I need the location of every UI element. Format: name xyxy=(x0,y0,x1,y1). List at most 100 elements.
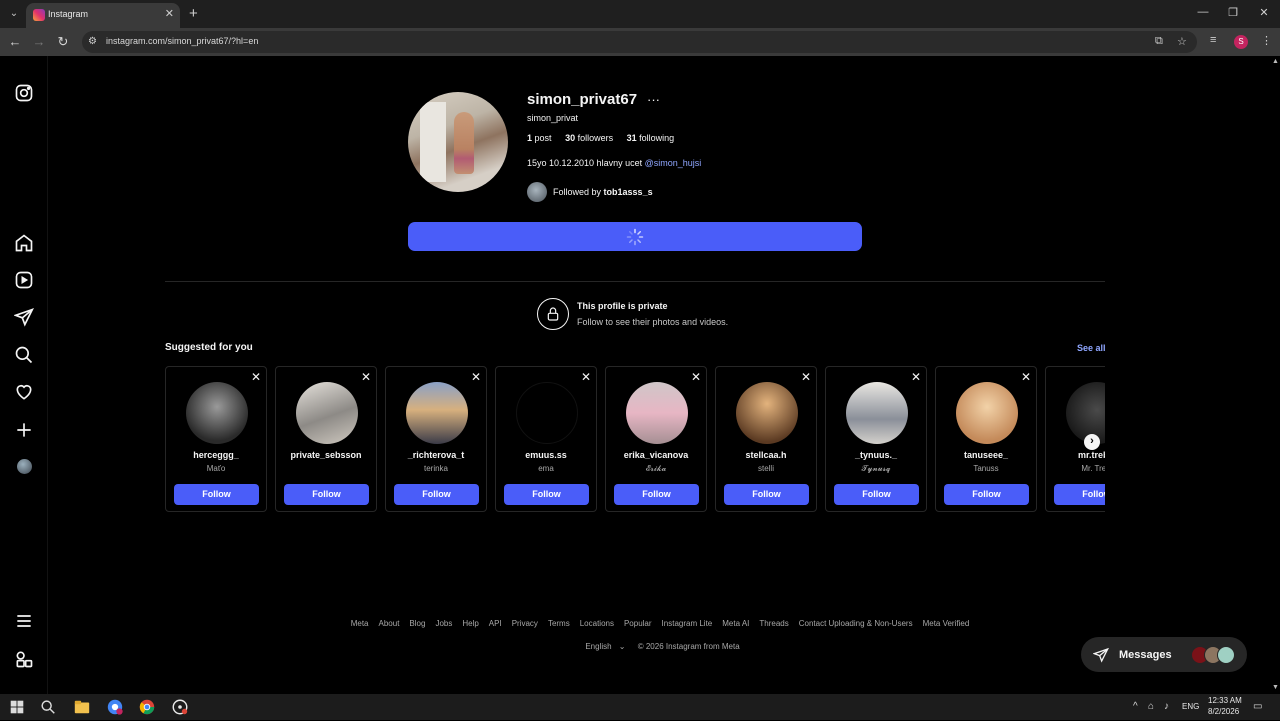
notifications-heart-icon[interactable] xyxy=(14,382,34,402)
notifications-icon[interactable]: ▭ xyxy=(1253,701,1262,712)
followed-by[interactable]: Followed by tob1asss_s xyxy=(527,181,653,203)
address-bar[interactable]: ⚙ instagram.com/simon_privat67/?hl=en ⧉ … xyxy=(82,31,1197,53)
footer-link[interactable]: Privacy xyxy=(512,619,538,628)
chrome-profile-icon[interactable] xyxy=(106,698,124,716)
see-all-link[interactable]: See all xyxy=(1077,343,1106,353)
follow-button[interactable] xyxy=(408,222,862,251)
home-icon[interactable] xyxy=(14,233,34,253)
suggested-username[interactable]: emuus.ss xyxy=(496,450,596,460)
suggested-follow-button[interactable]: Follow xyxy=(174,484,259,505)
browser-menu-icon[interactable]: ⋮ xyxy=(1261,34,1272,47)
suggested-card[interactable]: ✕ emuus.ss ema Follow xyxy=(495,366,597,512)
suggested-card[interactable]: ✕ tanuseee_ Tanuss Follow xyxy=(935,366,1037,512)
suggested-username[interactable]: mr.trebu xyxy=(1046,450,1105,460)
dismiss-icon[interactable]: ✕ xyxy=(1021,370,1031,384)
search-taskbar-icon[interactable] xyxy=(39,698,57,716)
app-running-icon[interactable] xyxy=(171,698,189,716)
footer-link[interactable]: Meta Verified xyxy=(923,619,970,628)
suggested-avatar[interactable] xyxy=(516,382,578,444)
create-plus-icon[interactable] xyxy=(14,420,34,440)
footer-link[interactable]: Locations xyxy=(580,619,614,628)
footer-link[interactable]: About xyxy=(379,619,400,628)
footer-link[interactable]: Blog xyxy=(409,619,425,628)
footer-link[interactable]: API xyxy=(489,619,502,628)
footer-link[interactable]: Meta xyxy=(351,619,369,628)
suggested-avatar[interactable] xyxy=(406,382,468,444)
site-info-icon[interactable]: ⚙ xyxy=(88,36,97,47)
suggested-follow-button[interactable]: Follow xyxy=(1054,484,1105,505)
forward-button[interactable]: → xyxy=(30,34,48,49)
dismiss-icon[interactable]: ✕ xyxy=(801,370,811,384)
suggested-follow-button[interactable]: Follow xyxy=(614,484,699,505)
suggested-username[interactable]: erika_vicanova xyxy=(606,450,706,460)
suggested-card[interactable]: ✕ private_sebsson Follow xyxy=(275,366,377,512)
suggested-follow-button[interactable]: Follow xyxy=(394,484,479,505)
suggested-avatar[interactable] xyxy=(186,382,248,444)
url-text[interactable]: instagram.com/simon_privat67/?hl=en xyxy=(106,36,258,46)
footer-link[interactable]: Contact Uploading & Non-Users xyxy=(799,619,913,628)
bio-mention-link[interactable]: @simon_hujsi xyxy=(645,158,702,168)
suggested-username[interactable]: private_sebsson xyxy=(276,450,376,460)
suggested-username[interactable]: herceggg_ xyxy=(166,450,266,460)
footer-link[interactable]: Meta AI xyxy=(722,619,749,628)
footer-link[interactable]: Instagram Lite xyxy=(662,619,713,628)
browser-tab[interactable]: Instagram ✕ xyxy=(26,3,180,28)
scroll-down-arrow[interactable]: ▼ xyxy=(1272,684,1279,691)
back-button[interactable]: ← xyxy=(6,34,24,49)
tab-search-button[interactable]: ⌄ xyxy=(6,6,22,22)
restore-button[interactable]: ❐ xyxy=(1223,6,1243,19)
suggested-follow-button[interactable]: Follow xyxy=(724,484,809,505)
dismiss-icon[interactable]: ✕ xyxy=(911,370,921,384)
bookmark-star-icon[interactable]: ☆ xyxy=(1177,35,1187,48)
dismiss-icon[interactable]: ✕ xyxy=(361,370,371,384)
scroll-up-arrow[interactable]: ▲ xyxy=(1272,58,1279,65)
chrome-icon[interactable] xyxy=(138,698,156,716)
profile-options-icon[interactable]: ··· xyxy=(647,92,660,107)
network-icon[interactable]: ⌂ xyxy=(1148,701,1154,712)
next-arrow-icon[interactable]: › xyxy=(1084,434,1100,450)
footer-link[interactable]: Jobs xyxy=(435,619,452,628)
suggested-follow-button[interactable]: Follow xyxy=(284,484,369,505)
dismiss-icon[interactable]: ✕ xyxy=(471,370,481,384)
windows-start-icon[interactable] xyxy=(8,698,26,716)
new-tab-button[interactable]: + xyxy=(189,5,198,22)
profile-picture[interactable] xyxy=(408,92,508,192)
suggested-avatar[interactable] xyxy=(1066,382,1105,444)
volume-icon[interactable]: ♪ xyxy=(1164,701,1169,712)
following-stat[interactable]: 31 following xyxy=(627,133,675,143)
suggested-avatar[interactable] xyxy=(626,382,688,444)
suggested-avatar[interactable] xyxy=(846,382,908,444)
direct-messages-icon[interactable] xyxy=(13,307,34,327)
dismiss-icon[interactable]: ✕ xyxy=(251,370,261,384)
tab-strip-media-icon[interactable]: ≡ xyxy=(1210,34,1216,46)
messages-button[interactable]: Messages xyxy=(1081,637,1247,672)
search-icon[interactable] xyxy=(14,345,34,365)
clock-date[interactable]: 8/2/2026 xyxy=(1208,707,1239,716)
profile-avatar[interactable] xyxy=(17,459,32,474)
install-app-icon[interactable]: ⧉ xyxy=(1155,35,1163,48)
suggested-username[interactable]: _tynuus._ xyxy=(826,450,926,460)
reload-button[interactable]: ↻ xyxy=(54,34,72,50)
instagram-logo-icon[interactable] xyxy=(14,83,34,103)
reels-icon[interactable] xyxy=(14,270,34,290)
file-explorer-icon[interactable] xyxy=(73,698,91,716)
show-hidden-icons[interactable]: ^ xyxy=(1133,701,1138,712)
language-select[interactable]: English ⌄ xyxy=(580,642,625,651)
input-language[interactable]: ENG xyxy=(1182,702,1199,711)
suggested-card[interactable]: ✕ _tynuus._ 𝓣𝔂𝓷𝓾𝓼𝓺 Follow xyxy=(825,366,927,512)
dismiss-icon[interactable]: ✕ xyxy=(691,370,701,384)
suggested-avatar[interactable] xyxy=(736,382,798,444)
tab-close-icon[interactable]: ✕ xyxy=(165,7,174,20)
suggested-username[interactable]: stellcaa.h xyxy=(716,450,816,460)
suggested-avatar[interactable] xyxy=(956,382,1018,444)
more-menu-icon[interactable] xyxy=(14,611,34,631)
suggested-follow-button[interactable]: Follow xyxy=(944,484,1029,505)
clock-time[interactable]: 12:33 AM xyxy=(1208,696,1242,705)
dismiss-icon[interactable]: ✕ xyxy=(581,370,591,384)
followers-stat[interactable]: 30 followers xyxy=(565,133,613,143)
suggested-card[interactable]: ✕ stellcaa.h stelli Follow xyxy=(715,366,817,512)
minimize-button[interactable]: — xyxy=(1193,6,1213,18)
suggested-username[interactable]: tanuseee_ xyxy=(936,450,1036,460)
also-from-meta-icon[interactable] xyxy=(14,649,34,669)
suggested-card[interactable]: ✕ erika_vicanova 𝓔𝓻𝓲𝓴𝓪 Follow xyxy=(605,366,707,512)
